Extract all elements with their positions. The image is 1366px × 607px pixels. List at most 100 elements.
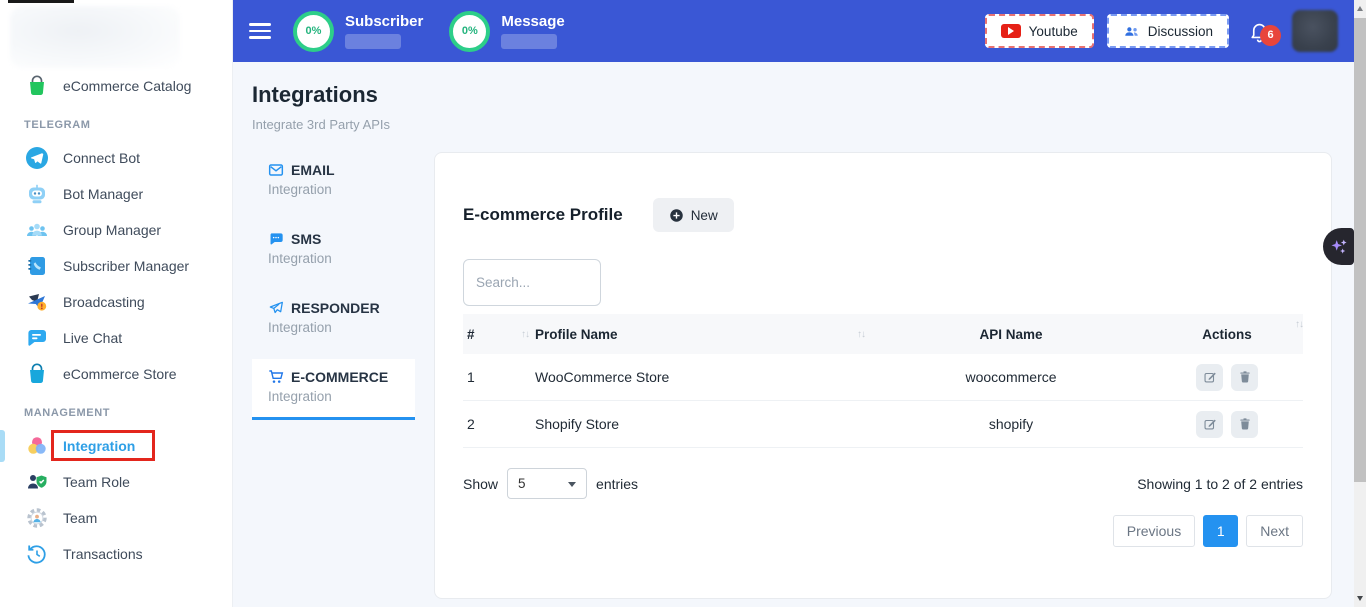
integration-circles-icon <box>24 433 50 459</box>
sidebar-item-label: Broadcasting <box>63 294 145 310</box>
integration-subnav: EMAIL Integration SMS Integration <box>252 152 415 433</box>
show-label: Show <box>463 476 498 492</box>
tab-label: E-COMMERCE <box>291 369 388 385</box>
envelope-icon <box>268 162 284 178</box>
avatar[interactable] <box>1292 10 1338 52</box>
sidebar-item-ecommerce-store[interactable]: eCommerce Store <box>0 356 232 392</box>
profiles-table: #↑↓ Profile Name↑↓ API Name Actions↑↓ 1 … <box>463 314 1303 448</box>
col-header-api: API Name <box>979 327 1042 342</box>
sort-icon[interactable]: ↑↓ <box>857 329 865 340</box>
trash-icon <box>1238 417 1252 431</box>
sidebar-item-transactions[interactable]: Transactions <box>0 536 232 572</box>
next-page-button[interactable]: Next <box>1246 515 1303 547</box>
shopping-bag-blue-icon <box>24 361 50 387</box>
subscriber-stat-value-redacted <box>345 34 401 49</box>
page-1-button[interactable]: 1 <box>1203 515 1238 547</box>
shield-person-icon <box>24 469 50 495</box>
robot-icon <box>24 181 50 207</box>
cell-api-name: woocommerce <box>871 369 1151 385</box>
sidebar-item-label: Live Chat <box>63 330 122 346</box>
cell-profile-name: WooCommerce Store <box>535 369 871 385</box>
cell-num: 2 <box>463 416 535 432</box>
contact-book-icon <box>24 253 50 279</box>
sidebar-item-subscriber-manager[interactable]: Subscriber Manager <box>0 248 232 284</box>
notifications-button[interactable]: 6 <box>1248 20 1271 43</box>
scroll-up-arrow-icon[interactable] <box>1357 6 1363 11</box>
tab-email-integration[interactable]: EMAIL Integration <box>252 152 415 208</box>
ai-assistant-button[interactable] <box>1323 228 1354 265</box>
sidebar-section-telegram: TELEGRAM <box>0 104 232 140</box>
scrollbar-thumb[interactable] <box>1354 18 1366 482</box>
scroll-down-arrow-icon[interactable] <box>1357 596 1363 601</box>
new-profile-button[interactable]: New <box>653 198 734 232</box>
vertical-scrollbar[interactable] <box>1354 0 1366 607</box>
edit-icon <box>1203 370 1217 384</box>
tab-responder-integration[interactable]: RESPONDER Integration <box>252 290 415 346</box>
sidebar-item-group-manager[interactable]: Group Manager <box>0 212 232 248</box>
page-subtitle: Integrate 3rd Party APIs <box>252 117 1332 132</box>
previous-page-button[interactable]: Previous <box>1113 515 1195 547</box>
sidebar-item-broadcasting[interactable]: Broadcasting <box>0 284 232 320</box>
table-header-row: #↑↓ Profile Name↑↓ API Name Actions↑↓ <box>463 314 1303 354</box>
youtube-icon <box>1001 24 1021 38</box>
history-clock-icon <box>24 541 50 567</box>
delete-button[interactable] <box>1231 364 1258 391</box>
youtube-button[interactable]: Youtube <box>985 14 1094 48</box>
sidebar-section-management: MANAGEMENT <box>0 392 232 428</box>
pagination: Previous 1 Next <box>463 515 1303 547</box>
sidebar-item-bot-manager[interactable]: Bot Manager <box>0 176 232 212</box>
tab-label: SMS <box>291 231 321 247</box>
plus-circle-icon <box>669 208 684 223</box>
ecommerce-profile-card: E-commerce Profile New #↑↓ Profile Name↑… <box>434 152 1332 599</box>
sidebar-item-label: Subscriber Manager <box>63 258 189 274</box>
sidebar: eCommerce Catalog TELEGRAM Connect Bot B… <box>0 0 233 607</box>
search-input[interactable] <box>463 259 601 306</box>
page-size-value: 5 <box>518 476 526 491</box>
sidebar-item-label: Integration <box>63 438 135 454</box>
sort-icon[interactable]: ↑↓ <box>521 329 529 340</box>
tab-sublabel: Integration <box>268 389 399 404</box>
sidebar-item-label: Team <box>63 510 97 526</box>
table-row: 1 WooCommerce Store woocommerce <box>463 354 1303 401</box>
telegram-icon <box>24 145 50 171</box>
sort-icon[interactable]: ↑↓ <box>1295 319 1303 330</box>
main-content: Integrations Integrate 3rd Party APIs EM… <box>233 62 1354 607</box>
col-header-num: # <box>467 327 475 342</box>
cart-icon <box>268 369 284 385</box>
tab-ecommerce-integration[interactable]: E-COMMERCE Integration <box>252 359 415 420</box>
chevron-down-icon <box>568 482 576 487</box>
users-icon <box>1123 23 1140 40</box>
gear-person-icon <box>24 505 50 531</box>
sidebar-item-connect-bot[interactable]: Connect Bot <box>0 140 232 176</box>
subscriber-stat-label: Subscriber <box>345 13 423 30</box>
logo-placeholder <box>10 6 180 68</box>
logo-mark <box>8 0 74 3</box>
subscriber-stat: 0% Subscriber <box>293 11 423 52</box>
sidebar-item-label: eCommerce Catalog <box>63 78 191 94</box>
card-title: E-commerce Profile <box>463 205 623 225</box>
cell-num: 1 <box>463 369 535 385</box>
broadcast-icon <box>24 289 50 315</box>
sidebar-item-label: Group Manager <box>63 222 161 238</box>
edit-icon <box>1203 417 1217 431</box>
shopping-bag-green-icon <box>24 73 50 99</box>
group-icon <box>24 217 50 243</box>
message-stat-value-redacted <box>501 34 557 49</box>
discussion-button[interactable]: Discussion <box>1107 14 1229 48</box>
menu-toggle-icon[interactable] <box>249 19 271 42</box>
tab-sublabel: Integration <box>268 251 399 266</box>
page-title: Integrations <box>252 82 1332 108</box>
sidebar-item-team-role[interactable]: Team Role <box>0 464 232 500</box>
sidebar-item-live-chat[interactable]: Live Chat <box>0 320 232 356</box>
discussion-button-label: Discussion <box>1148 24 1213 39</box>
entries-label: entries <box>596 476 638 492</box>
sparkles-icon <box>1328 236 1350 258</box>
sidebar-item-ecommerce-catalog[interactable]: eCommerce Catalog <box>0 68 232 104</box>
sidebar-item-team[interactable]: Team <box>0 500 232 536</box>
sidebar-item-integration[interactable]: Integration <box>0 428 232 464</box>
edit-button[interactable] <box>1196 364 1223 391</box>
page-size-select[interactable]: 5 <box>507 468 587 499</box>
edit-button[interactable] <box>1196 411 1223 438</box>
tab-sms-integration[interactable]: SMS Integration <box>252 221 415 277</box>
delete-button[interactable] <box>1231 411 1258 438</box>
